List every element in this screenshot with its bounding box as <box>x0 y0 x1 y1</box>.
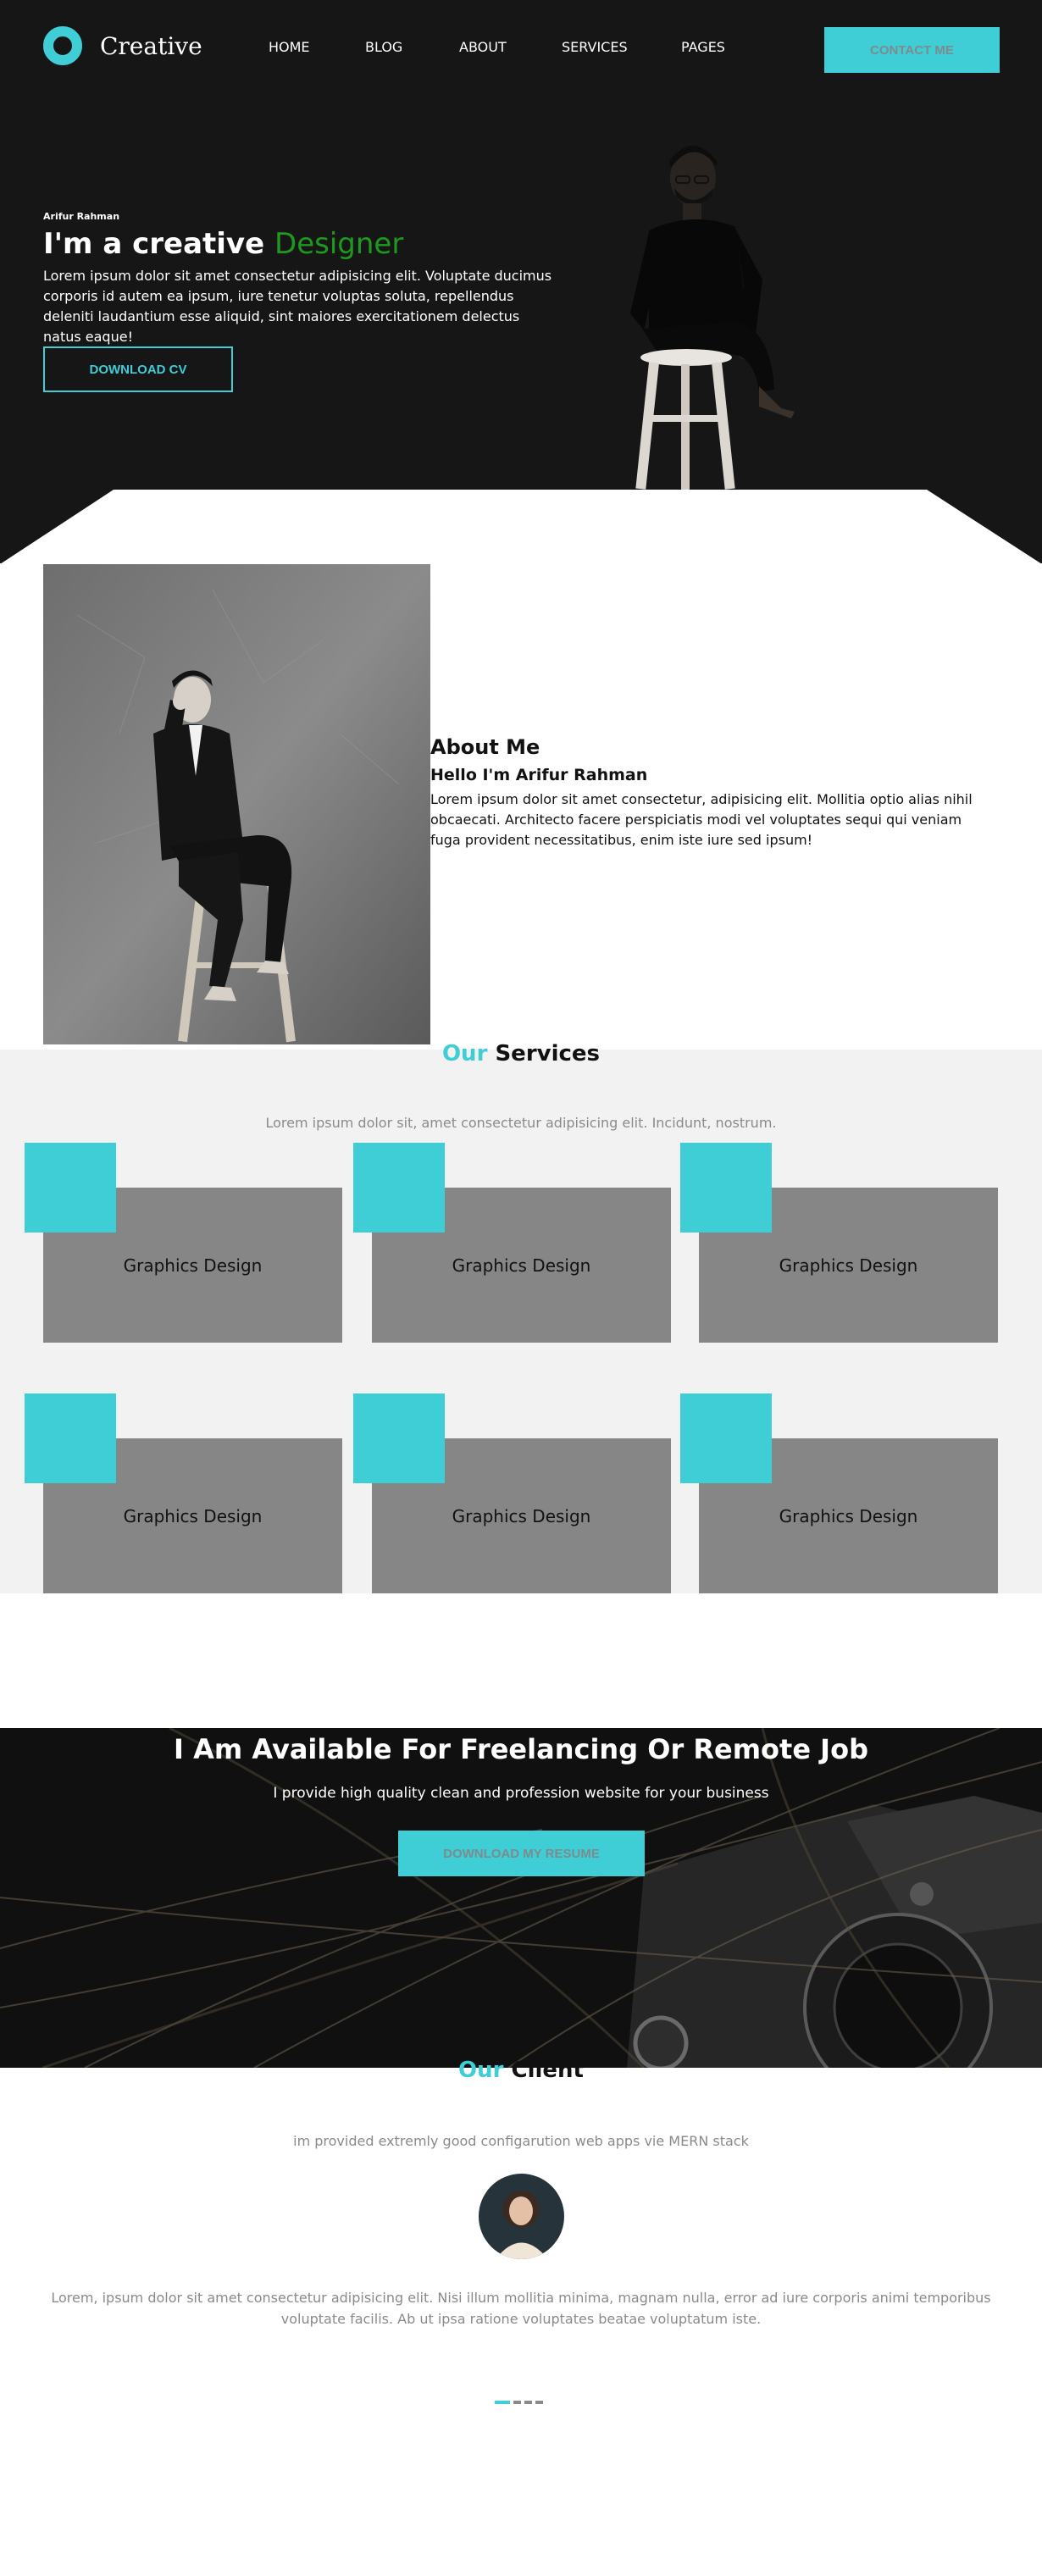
hero-portrait-image <box>630 146 795 491</box>
services-title-rest: Services <box>495 1041 601 1066</box>
service-card[interactable]: Graphics Design <box>25 1393 342 1593</box>
service-card[interactable]: Graphics Design <box>680 1143 998 1343</box>
service-card[interactable]: Graphics Design <box>25 1143 342 1343</box>
hero-section: Creative HOME BLOG ABOUT SERVICES PAGES … <box>0 0 1042 564</box>
logo-text: Creative <box>100 31 202 60</box>
camera-background-image <box>0 1728 1042 2068</box>
client-title-accent: Our <box>458 2058 504 2083</box>
logo[interactable]: Creative <box>43 26 202 65</box>
freelance-banner <box>0 1728 1042 2068</box>
freelance-title: I Am Available For Freelancing Or Remote… <box>174 1733 868 1765</box>
testimonial-pagination <box>495 2401 543 2405</box>
services-title: Our Services <box>0 1041 1042 1066</box>
pagination-dot[interactable] <box>535 2401 543 2404</box>
service-card-accent <box>353 1143 445 1233</box>
hero-title-accent: Designer <box>274 227 404 261</box>
pagination-dot[interactable] <box>524 2401 532 2404</box>
service-card-label: Graphics Design <box>779 1505 918 1526</box>
about-description: Lorem ipsum dolor sit amet consectetur, … <box>430 791 973 848</box>
pagination-dot[interactable] <box>495 2401 510 2404</box>
service-card-label: Graphics Design <box>452 1505 591 1526</box>
service-card-accent <box>353 1393 445 1483</box>
nav-item-about[interactable]: ABOUT <box>459 39 507 55</box>
nav-item-pages[interactable]: PAGES <box>681 39 725 55</box>
service-card[interactable]: Graphics Design <box>680 1393 998 1593</box>
service-card[interactable]: Graphics Design <box>353 1143 671 1343</box>
client-title: Our Client <box>0 2058 1042 2083</box>
client-avatar <box>479 2174 564 2259</box>
nav-item-blog[interactable]: BLOG <box>365 39 402 55</box>
service-card-label: Graphics Design <box>452 1255 591 1276</box>
service-card-accent <box>25 1143 116 1233</box>
service-card-accent <box>25 1393 116 1483</box>
freelance-subtitle: I provide high quality clean and profess… <box>273 1785 769 1802</box>
service-card[interactable]: Graphics Design <box>353 1393 671 1593</box>
about-title: About Me <box>430 735 540 759</box>
nav-item-home[interactable]: HOME <box>269 39 310 55</box>
service-card-label: Graphics Design <box>123 1255 263 1276</box>
hero-title: I'm a creative Designer <box>43 227 403 261</box>
hero-name: Arifur Rahman <box>43 211 120 222</box>
about-portrait-image <box>43 564 430 1044</box>
about-subtitle: Hello I'm Arifur Rahman <box>430 766 648 784</box>
pagination-dot[interactable] <box>513 2401 521 2404</box>
hero-title-prefix: I'm a creative <box>43 227 265 261</box>
client-title-rest: Client <box>511 2058 584 2083</box>
ring-logo-icon <box>43 26 82 65</box>
service-card-accent <box>680 1143 772 1233</box>
hero-description: Lorem ipsum dolor sit amet consectetur a… <box>43 268 552 345</box>
download-cv-button[interactable]: DOWNLOAD CV <box>43 346 233 392</box>
client-subtitle: im provided extremly good configarution … <box>293 2133 749 2149</box>
nav-item-services[interactable]: SERVICES <box>562 39 628 55</box>
contact-me-button[interactable]: CONTACT ME <box>824 27 1000 73</box>
client-testimonial: Lorem, ipsum dolor sit amet consectetur … <box>51 2290 991 2327</box>
service-card-label: Graphics Design <box>123 1505 263 1526</box>
hero-bottom-shape <box>0 490 1042 564</box>
services-title-accent: Our <box>441 1041 488 1066</box>
services-subtitle: Lorem ipsum dolor sit, amet consectetur … <box>265 1115 777 1131</box>
download-resume-button[interactable]: DOWNLOAD MY RESUME <box>398 1831 645 1876</box>
service-card-label: Graphics Design <box>779 1255 918 1276</box>
service-card-accent <box>680 1393 772 1483</box>
